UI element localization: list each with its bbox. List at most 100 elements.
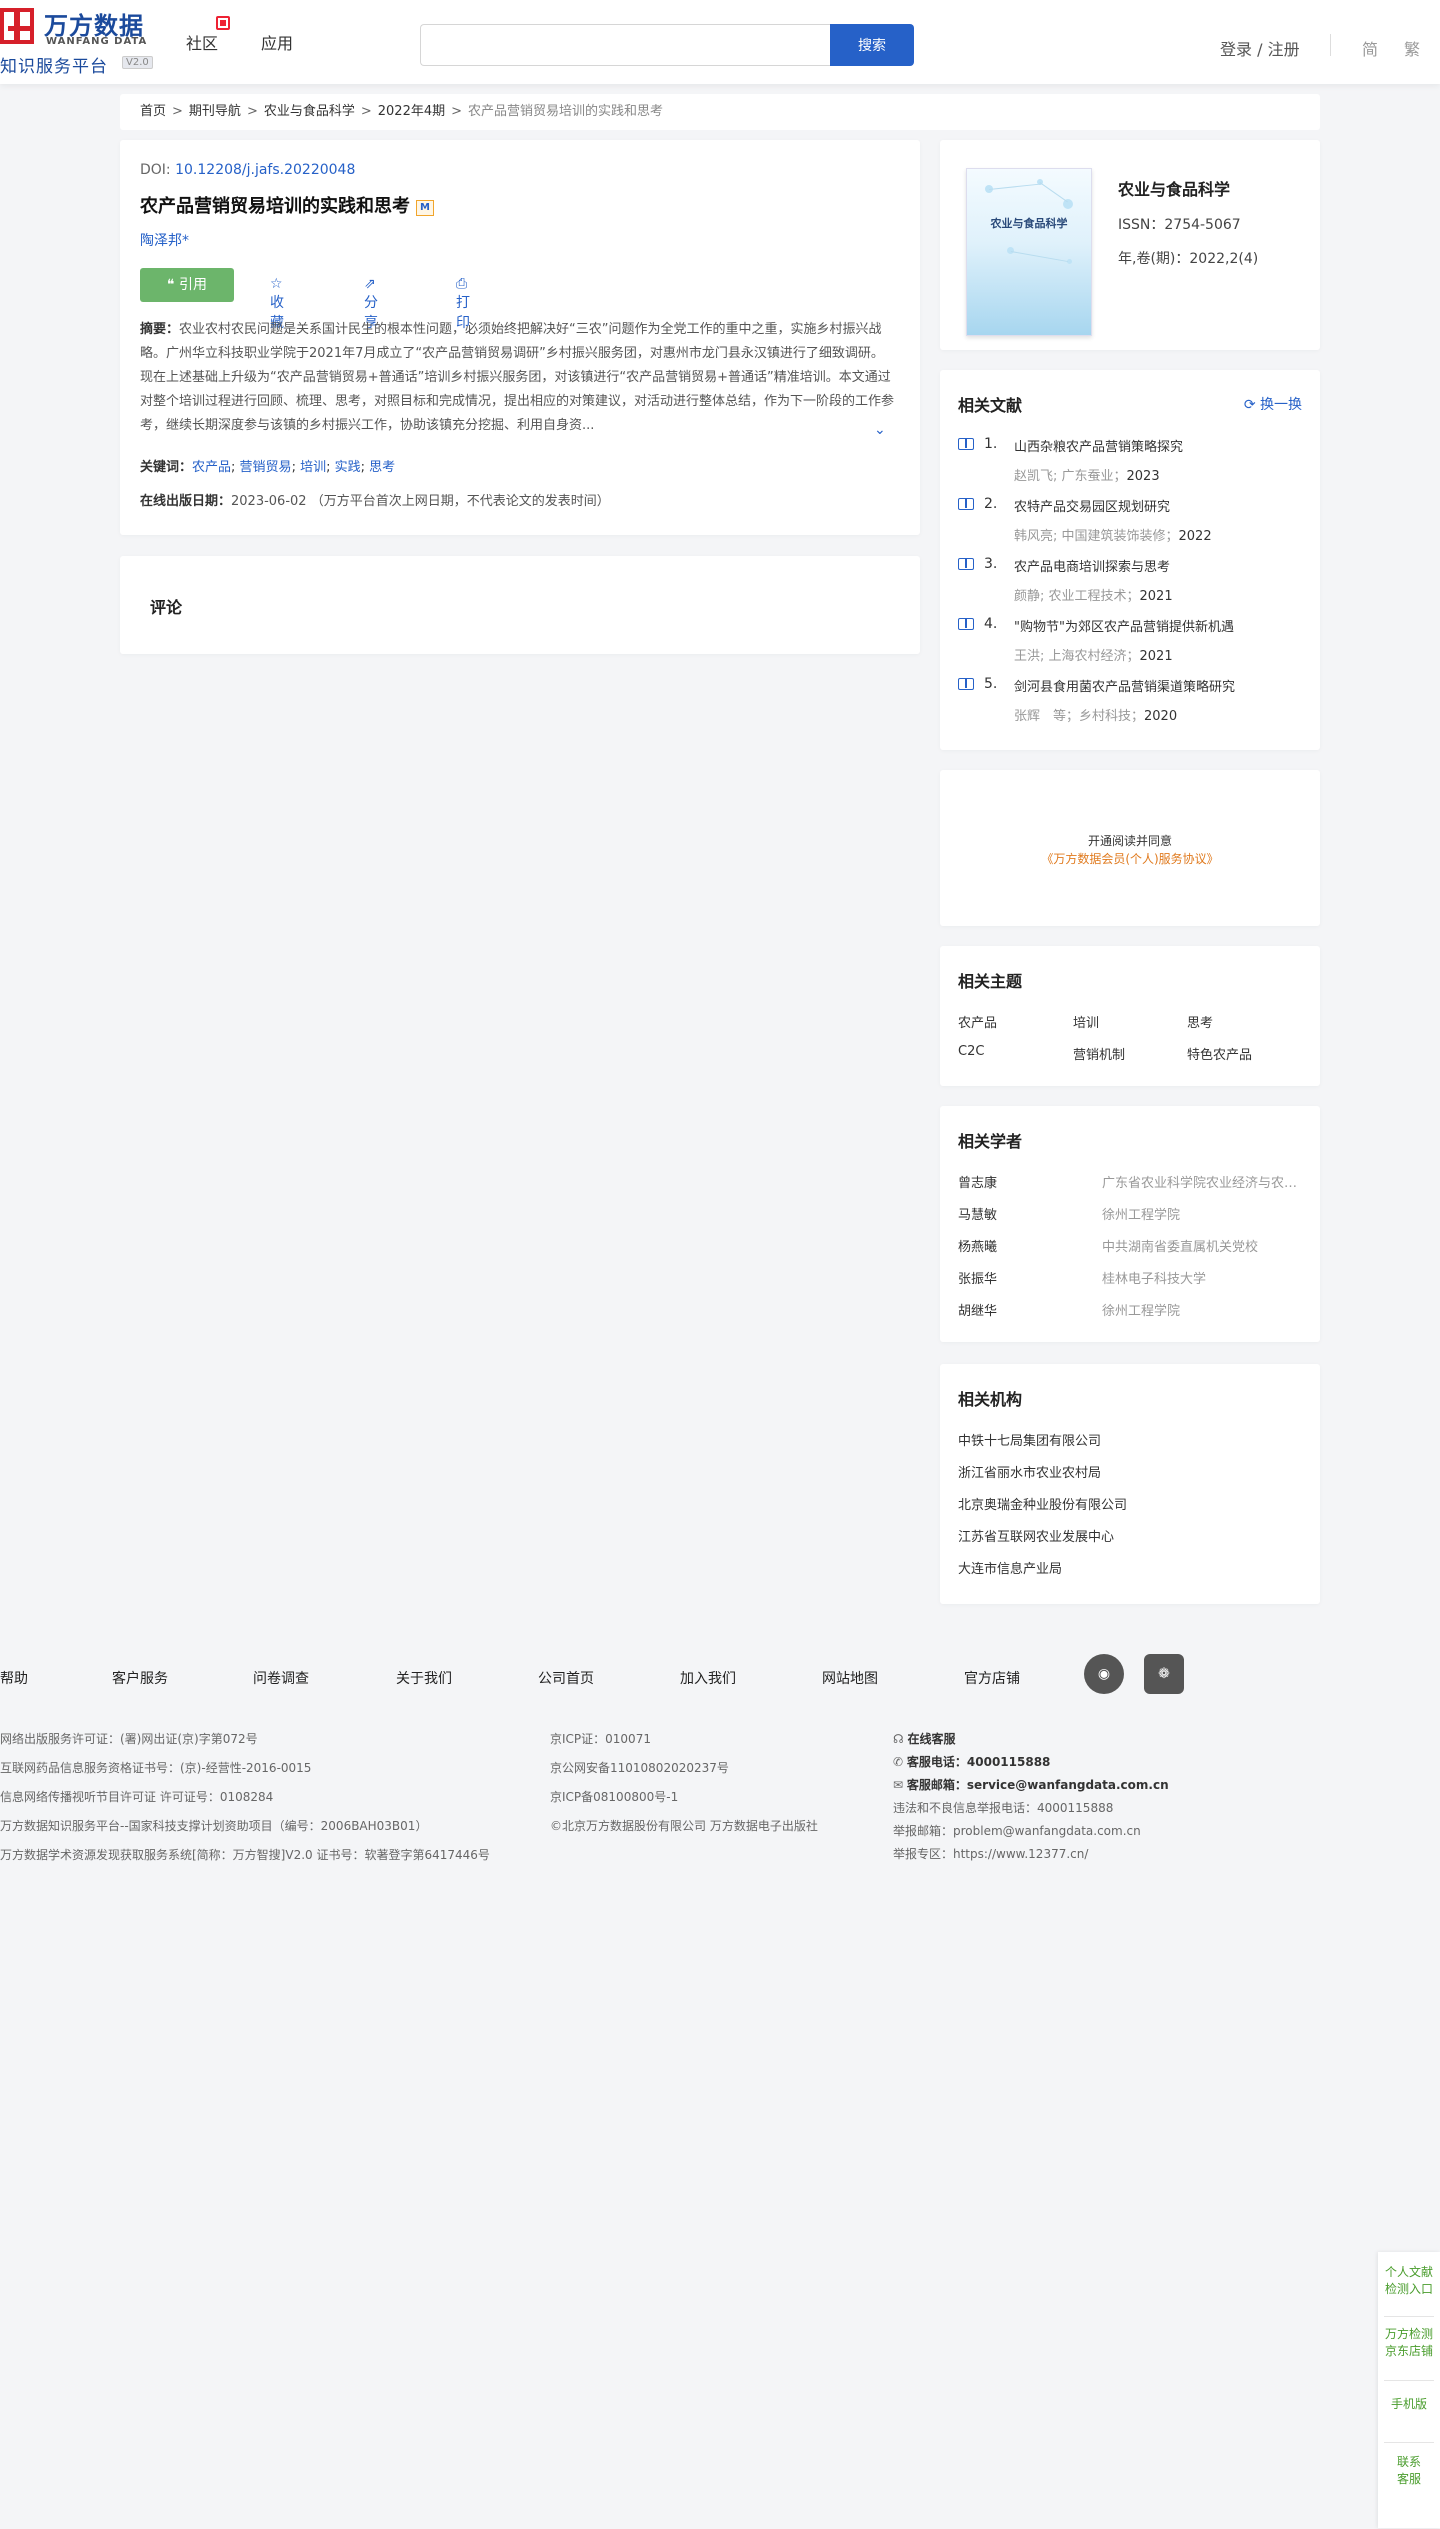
report-phone: 违法和不良信息举报电话：4000115888 [893, 1801, 1114, 1815]
related-doc-title[interactable]: "购物节"为郊区农产品营销提供新机遇 [1014, 616, 1234, 635]
org-link[interactable]: 浙江省丽水市农业农村局 [958, 1462, 1101, 1481]
refresh-button[interactable]: ⟳ 换一换 [1244, 394, 1302, 414]
cite-button[interactable]: ❝ 引用 [140, 268, 234, 302]
scholar-org: 桂林电子科技大学 [1102, 1272, 1207, 1287]
breadcrumb: 首页 > 期刊导航 > 农业与食品科学 >2022年4期 > 农产品营销贸易培训的实践和思考 [120, 94, 1320, 130]
related-doc-title[interactable]: 剑河县食用菌农产品营销渠道策略研究 [1014, 676, 1235, 695]
report-zone-link[interactable]: 举报专区：https://www.12377.cn/ [893, 1845, 1088, 1862]
online-service-link[interactable]: ☊ 在线客服 [893, 1730, 956, 1747]
book-icon [958, 678, 974, 690]
related-docs-title: 相关文献 [958, 396, 1023, 415]
comment-title: 评论 [150, 598, 183, 617]
related-doc-number: 5. [984, 676, 998, 692]
topic-link[interactable]: 农产品 [958, 1012, 997, 1031]
wechat-icon[interactable]: ❁ [1144, 1654, 1184, 1694]
journal-cover-image[interactable]: 农业与食品科学 [966, 168, 1092, 336]
keywords-label: 关键词： [140, 460, 193, 475]
cite-label: 引用 [178, 277, 207, 293]
org-link[interactable]: 江苏省互联网农业发展中心 [958, 1526, 1114, 1545]
doi-link[interactable]: 10.12208/j.jafs.20220048 [175, 162, 355, 178]
related-doc-title[interactable]: 农特产品交易园区规划研究 [1014, 496, 1170, 515]
scholar-org: 徐州工程学院 [1102, 1208, 1181, 1223]
related-doc-source: 张辉 等；乡村科技； [1014, 709, 1145, 724]
org-link[interactable]: 北京奥瑞金种业股份有限公司 [958, 1494, 1127, 1513]
scholar-org: 广东省农业科学院农业经济与农村发展研究所 [1102, 1176, 1302, 1191]
topic-link[interactable]: 思考 [1187, 1012, 1213, 1031]
pubdate-value: 2023-06-02 [231, 494, 307, 509]
footer-link-help[interactable]: 帮助 [0, 1668, 28, 1688]
related-topics-panel: 相关主题 农产品 培训 思考 C2C 营销机制 特色农产品 [940, 946, 1320, 1086]
topic-link[interactable]: C2C [958, 1044, 984, 1059]
footer-icp: 京ICP备08100800号-1 [550, 1790, 679, 1804]
refresh-label: 换一换 [1260, 397, 1302, 413]
footer-link-service[interactable]: 客户服务 [112, 1668, 168, 1688]
keyword-link[interactable]: 营销贸易 [240, 460, 292, 475]
breadcrumb-journal[interactable]: 农业与食品科学 [264, 104, 355, 119]
promo-text: 开通阅读并同意 [1087, 834, 1172, 848]
lang-simplified[interactable]: 简 [1362, 36, 1378, 60]
scholar-name[interactable]: 张振华 [958, 1268, 997, 1287]
breadcrumb-issue[interactable]: 2022年4期 [378, 104, 445, 119]
journal-year-issue: 年,卷(期)：2022,2(4) [1118, 251, 1259, 267]
topic-link[interactable]: 特色农产品 [1187, 1044, 1252, 1063]
logo-subtitle: 知识服务平台 [0, 57, 108, 77]
lang-traditional[interactable]: 繁 [1404, 36, 1420, 60]
footer-license: 网络出版服务许可证：(署)网出证(京)字第072号 [0, 1732, 258, 1746]
article-panel: DOI: 10.12208/j.jafs.20220048 农产品营销贸易培训的… [120, 140, 920, 535]
search-button[interactable]: 搜索 [830, 24, 914, 66]
org-link[interactable]: 中铁十七局集团有限公司 [958, 1430, 1101, 1449]
scholar-name[interactable]: 胡继华 [958, 1300, 997, 1319]
scholar-org: 徐州工程学院 [1102, 1304, 1181, 1319]
footer-link-about[interactable]: 关于我们 [396, 1668, 452, 1688]
nav-community[interactable]: 社区 [186, 30, 218, 54]
float-divider [1384, 2442, 1434, 2443]
author-link[interactable]: 陶泽邦* [140, 230, 189, 250]
scholar-name[interactable]: 马慧敏 [958, 1204, 997, 1223]
star-icon: ☆ [270, 276, 283, 292]
float-plagiarism-check[interactable]: 个人文献 检测入口 [1378, 2264, 1440, 2298]
abstract-text: 农业农村农民问题是关系国计民生的根本性问题，必须始终把解决好“三农”问题作为全党… [140, 322, 895, 433]
footer-link-store[interactable]: 官方店铺 [964, 1668, 1020, 1688]
nav-apps[interactable]: 应用 [261, 30, 293, 54]
breadcrumb-current: 农产品营销贸易培训的实践和思考 [468, 104, 664, 119]
footer-link-sitemap[interactable]: 网站地图 [822, 1668, 878, 1688]
topic-link[interactable]: 培训 [1073, 1012, 1099, 1031]
search-input[interactable] [420, 24, 830, 66]
m-badge-icon[interactable]: M [416, 200, 434, 216]
footer-license: 万方数据知识服务平台--国家科技支撑计划资助项目（编号：2006BAH03B01… [0, 1819, 428, 1833]
membership-agreement-link[interactable]: 《万方数据会员(个人)服务协议》 [940, 850, 1320, 867]
scholar-name[interactable]: 杨燕曦 [958, 1236, 997, 1255]
footer-link-survey[interactable]: 问卷调查 [253, 1668, 309, 1688]
related-doc-title[interactable]: 农产品电商培训探索与思考 [1014, 556, 1170, 575]
service-phone-label: 客服电话： [906, 1755, 967, 1769]
footer-link-join[interactable]: 加入我们 [680, 1668, 736, 1688]
org-link[interactable]: 大连市信息产业局 [958, 1558, 1062, 1577]
report-email: 举报邮箱：problem@wanfangdata.com.cn [893, 1824, 1141, 1838]
wanfang-logo[interactable]: 万方数据 WANFANG DATA 知识服务平台 V2.0 [0, 6, 160, 77]
weibo-icon[interactable]: ◉ [1084, 1654, 1124, 1694]
breadcrumb-journal-nav[interactable]: 期刊导航 [189, 104, 241, 119]
journal-name[interactable]: 农业与食品科学 [1118, 176, 1230, 200]
related-doc-number: 1. [984, 436, 998, 452]
wanfang-logo-icon [0, 8, 34, 44]
keyword-link[interactable]: 思考 [369, 460, 395, 475]
breadcrumb-home[interactable]: 首页 [140, 104, 166, 119]
doi-line: DOI: 10.12208/j.jafs.20220048 [140, 162, 355, 178]
keyword-link[interactable]: 实践 [335, 460, 361, 475]
float-mobile[interactable]: 手机版 [1378, 2396, 1440, 2413]
keyword-link[interactable]: 农产品 [192, 460, 231, 475]
scholar-name[interactable]: 曾志康 [958, 1172, 997, 1191]
footer-link-company[interactable]: 公司首页 [538, 1668, 594, 1688]
new-badge-icon [216, 16, 230, 30]
footer-icp: 京公网安备11010802020237号 [550, 1761, 729, 1775]
float-contact-service[interactable]: 联系 客服 [1378, 2454, 1440, 2488]
float-jd-store[interactable]: 万方检测 京东店铺 [1378, 2326, 1440, 2360]
service-phone: ✆ 客服电话：4000115888 [893, 1753, 1050, 1770]
floating-sidebar: 个人文献 检测入口 万方检测 京东店铺 手机版 联系 客服 [1378, 2252, 1440, 2528]
topic-link[interactable]: 营销机制 [1073, 1044, 1125, 1063]
login-register-link[interactable]: 登录 / 注册 [1220, 36, 1300, 60]
related-doc-title[interactable]: 山西杂粮农产品营销策略探究 [1014, 436, 1183, 455]
abstract: 摘要：农业农村农民问题是关系国计民生的根本性问题，必须始终把解决好“三农”问题作… [140, 318, 896, 440]
expand-chevron-icon[interactable]: ⌄ [874, 422, 886, 438]
keyword-link[interactable]: 培训 [300, 460, 326, 475]
